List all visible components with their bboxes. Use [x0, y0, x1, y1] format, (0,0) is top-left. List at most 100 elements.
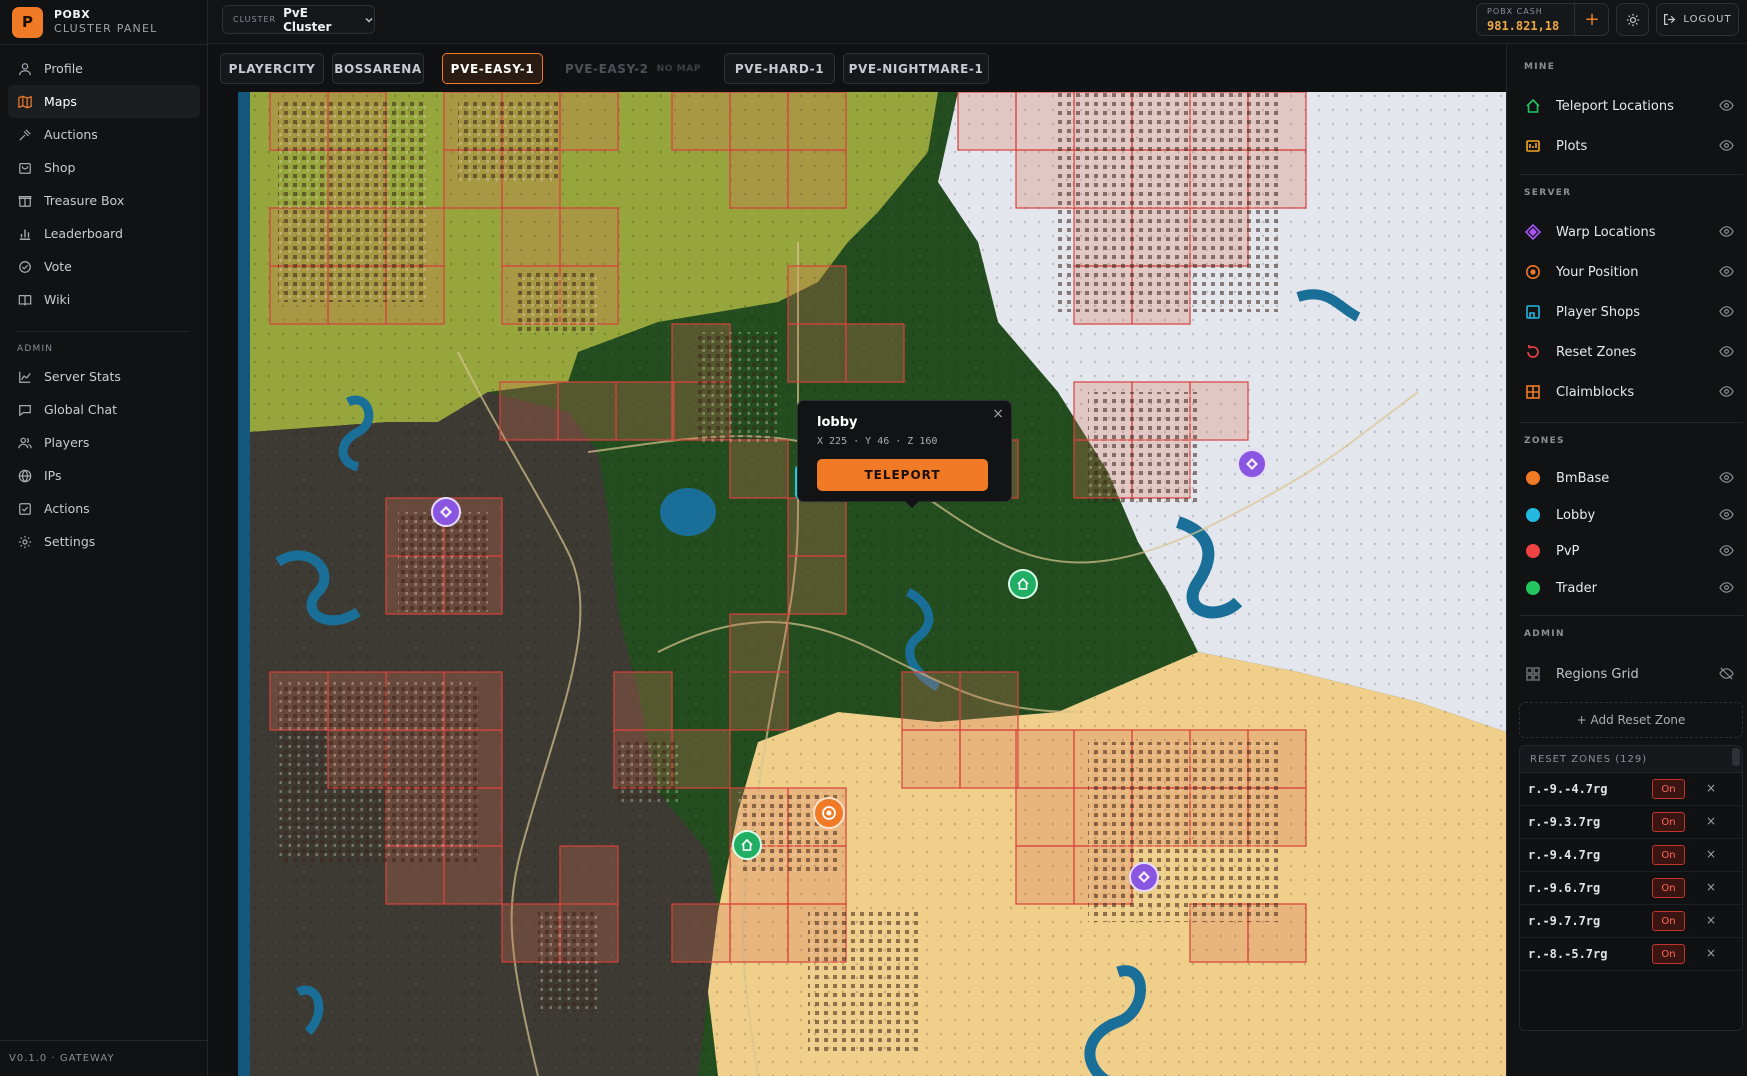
tab-pve-nightmare-1[interactable]: PVE-NIGHTMARE-1 [843, 53, 989, 84]
teleport-button[interactable]: TELEPORT [817, 459, 988, 491]
tab-pve-easy-2: PVE-EASY-2 NO MAP [553, 53, 713, 84]
teleport-location-marker[interactable] [1008, 569, 1038, 599]
warp-marker[interactable] [1237, 449, 1267, 479]
sidebar-item-vote[interactable]: Vote [8, 250, 200, 283]
layer-your-position[interactable]: Your Position [1524, 257, 1734, 287]
remove-icon[interactable]: × [1706, 781, 1716, 795]
brand[interactable]: P POBX CLUSTER PANEL [12, 4, 157, 40]
warp-marker[interactable] [1129, 862, 1159, 892]
eye-icon[interactable] [1719, 543, 1734, 562]
eye-icon[interactable] [1719, 384, 1734, 403]
reset-zones-header: RESET ZONES (129) [1520, 746, 1742, 773]
layer-teleport-locations[interactable]: Teleport Locations [1524, 91, 1734, 121]
add-reset-zone-button[interactable]: + Add Reset Zone [1519, 702, 1743, 738]
warp-marker[interactable] [431, 497, 461, 527]
divider [1519, 422, 1743, 423]
sidebar-item-wiki[interactable]: Wiki [8, 283, 200, 316]
cash-value: 981.821,18 [1487, 19, 1560, 33]
sidebar-item-leaderboard[interactable]: Leaderboard [8, 217, 200, 250]
reset-zone-toggle[interactable]: On [1652, 812, 1685, 832]
layer-player-shops[interactable]: Player Shops [1524, 297, 1734, 327]
sidebar-item-shop[interactable]: Shop [8, 151, 200, 184]
remove-icon[interactable]: × [1706, 880, 1716, 894]
chevron-down-icon [364, 15, 374, 25]
layer-label: Teleport Locations [1556, 98, 1674, 114]
your-position-marker[interactable] [813, 797, 845, 829]
eye-off-icon[interactable] [1719, 666, 1734, 685]
reset-zone-toggle[interactable]: On [1652, 911, 1685, 931]
layer-claimblocks[interactable]: Claimblocks [1524, 377, 1734, 407]
check-circle-icon [18, 260, 32, 274]
reset-zone-toggle[interactable]: On [1652, 944, 1685, 964]
reset-zone-name: r.-8.-5.7rg [1528, 947, 1608, 961]
cluster-select[interactable]: CLUSTER PvE Cluster [222, 5, 375, 34]
eye-icon[interactable] [1719, 98, 1734, 117]
sidebar-item-global-chat[interactable]: Global Chat [8, 393, 200, 426]
world-map[interactable] [238, 92, 1506, 1076]
sidebar-item-server-stats[interactable]: Server Stats [8, 360, 200, 393]
sidebar-item-actions[interactable]: Actions [8, 492, 200, 525]
popup-title: lobby [817, 415, 858, 430]
tab-label: PLAYERCITY [228, 61, 316, 76]
popup-tail [904, 500, 920, 508]
layer-regions-grid[interactable]: Regions Grid [1524, 659, 1734, 689]
layer-reset-zones[interactable]: Reset Zones [1524, 337, 1734, 367]
reset-zone-name: r.-9.4.7rg [1528, 848, 1601, 862]
tab-playercity[interactable]: PLAYERCITY [220, 53, 324, 84]
diamond-icon [1138, 871, 1150, 883]
eye-icon[interactable] [1719, 507, 1734, 526]
sidebar-item-label: Players [44, 435, 90, 450]
sidebar-item-label: Treasure Box [44, 193, 125, 208]
reset-zone-toggle[interactable]: On [1652, 878, 1685, 898]
eye-icon[interactable] [1719, 470, 1734, 489]
zone-pvp[interactable]: PvP [1524, 536, 1734, 566]
eye-icon[interactable] [1719, 224, 1734, 243]
sidebar-item-profile[interactable]: Profile [8, 52, 200, 85]
book-icon [18, 293, 32, 307]
sidebar-item-maps[interactable]: Maps [8, 85, 200, 118]
sidebar-item-treasure-box[interactable]: Treasure Box [8, 184, 200, 217]
eye-icon[interactable] [1719, 344, 1734, 363]
layer-plots[interactable]: Plots [1524, 131, 1734, 161]
zone-color-dot [1525, 471, 1540, 485]
zone-trader[interactable]: Trader [1524, 573, 1734, 603]
reset-zone-toggle[interactable]: On [1652, 779, 1685, 799]
version-label: V0.1.0 · GATEWAY [9, 1053, 115, 1064]
theme-toggle-button[interactable] [1616, 3, 1649, 36]
zone-color-dot [1525, 581, 1540, 595]
eye-icon[interactable] [1719, 580, 1734, 599]
admin-nav: Server Stats Global Chat Players IPs Act… [8, 360, 200, 558]
layer-warp-locations[interactable]: Warp Locations [1524, 217, 1734, 247]
teleport-location-marker[interactable] [732, 830, 762, 860]
eye-icon[interactable] [1719, 304, 1734, 323]
remove-icon[interactable]: × [1706, 946, 1716, 960]
tab-pve-hard-1[interactable]: PVE-HARD-1 [724, 53, 835, 84]
eye-icon[interactable] [1719, 138, 1734, 157]
grid-icon [1524, 384, 1541, 401]
remove-icon[interactable]: × [1706, 847, 1716, 861]
sidebar-item-auctions[interactable]: Auctions [8, 118, 200, 151]
tab-pve-easy-1[interactable]: PVE-EASY-1 [442, 53, 543, 84]
sidebar-item-players[interactable]: Players [8, 426, 200, 459]
close-icon[interactable]: × [992, 406, 1004, 422]
divider [1519, 615, 1743, 616]
brand-logo: P [12, 6, 43, 38]
store-icon [1524, 304, 1541, 321]
reset-zone-row: r.-8.-5.7rg On × [1520, 938, 1742, 971]
add-cash-button[interactable]: + [1574, 4, 1609, 35]
remove-icon[interactable]: × [1706, 913, 1716, 927]
remove-icon[interactable]: × [1706, 814, 1716, 828]
target-icon [1524, 264, 1541, 281]
diamond-icon [1246, 458, 1258, 470]
bar-chart-icon [18, 227, 32, 241]
scrollbar[interactable] [1732, 748, 1740, 766]
sidebar-item-ips[interactable]: IPs [8, 459, 200, 492]
tab-bossarena[interactable]: BOSSARENA [332, 53, 424, 84]
sidebar-item-settings[interactable]: Settings [8, 525, 200, 558]
logout-button[interactable]: LOGOUT [1656, 3, 1739, 36]
zone-lobby[interactable]: Lobby [1524, 500, 1734, 530]
eye-icon[interactable] [1719, 264, 1734, 283]
divider [17, 331, 189, 332]
zone-bmbase[interactable]: BmBase [1524, 463, 1734, 493]
reset-zone-toggle[interactable]: On [1652, 845, 1685, 865]
